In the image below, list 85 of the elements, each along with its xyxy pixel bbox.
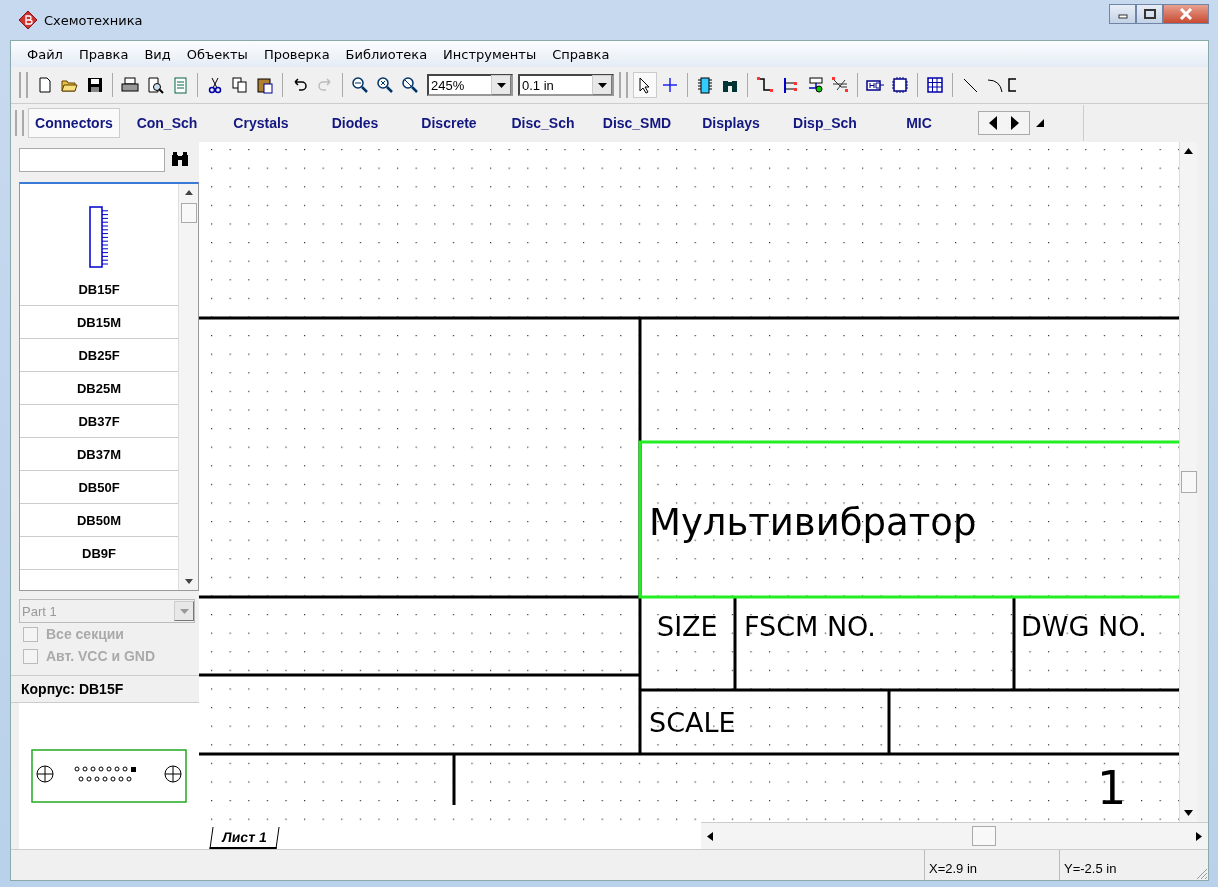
size-label: SIZE	[657, 611, 718, 642]
right-arrow-icon	[1009, 115, 1021, 131]
scale-label: SCALE	[649, 707, 736, 738]
library-tab[interactable]: MIC	[872, 109, 966, 137]
menu-item[interactable]: Справка	[544, 46, 618, 62]
library-tab[interactable]: Displays	[684, 109, 778, 137]
redo-icon	[316, 76, 334, 94]
library-tab[interactable]: Disc_Sch	[496, 109, 590, 137]
scroll-down-icon	[1184, 810, 1193, 816]
undo-icon	[291, 76, 309, 94]
net-label-icon	[806, 76, 824, 94]
menu-item[interactable]: Вид	[136, 46, 179, 62]
line-tool-icon	[961, 76, 979, 94]
wire-icon	[756, 76, 774, 94]
app-logo-icon	[18, 10, 38, 30]
hb-chip-icon	[891, 76, 909, 94]
scrollbar-thumb[interactable]	[1180, 471, 1197, 493]
chip-icon	[696, 76, 714, 94]
scroll-up-icon	[1184, 148, 1193, 154]
menu-item[interactable]: Правка	[70, 46, 137, 62]
toolbar-grip[interactable]	[619, 72, 628, 98]
maximize-button[interactable]	[1136, 4, 1163, 24]
toolbar-grip[interactable]	[15, 110, 24, 136]
zoom-in-icon	[351, 76, 369, 94]
scrollbar-thumb[interactable]	[180, 203, 197, 223]
table-grid-icon	[926, 76, 944, 94]
connector-symbol-icon	[89, 206, 109, 268]
crosshair-icon	[661, 76, 679, 94]
dwg-label: DWG NO.	[1021, 611, 1147, 642]
library-tab[interactable]: Connectors	[28, 108, 120, 138]
maximize-icon	[1143, 9, 1156, 19]
library-tab[interactable]: Disc_SMD	[590, 109, 684, 137]
y-coordinate: Y=-2.5 in	[1059, 850, 1194, 880]
menu-item[interactable]: Файл	[19, 46, 71, 62]
horizontal-scrollbar[interactable]	[701, 822, 1208, 849]
toolbar-grip[interactable]	[19, 72, 28, 98]
copy-icon	[231, 76, 249, 94]
tab-scroll-buttons[interactable]	[978, 111, 1030, 135]
zoom-dropdown[interactable]: 245%	[427, 74, 513, 96]
grid-size-dropdown[interactable]: 0.1 in	[518, 74, 614, 96]
zoom-out-icon	[376, 76, 394, 94]
x-coordinate: X=2.9 in	[924, 850, 1059, 880]
clipboard-icon	[256, 76, 274, 94]
binoculars-icon	[171, 150, 189, 167]
zoom-fit-icon	[401, 76, 419, 94]
dropdown-arrow-icon	[496, 82, 506, 88]
menu-item[interactable]: Объекты	[178, 46, 256, 62]
more-tabs-icon[interactable]	[1036, 119, 1044, 127]
scissors-icon	[206, 76, 224, 94]
library-tab[interactable]: Disp_Sch	[778, 109, 872, 137]
scroll-left-icon	[707, 831, 713, 841]
library-tab[interactable]: Crystals	[214, 109, 308, 137]
sheet-tab[interactable]: Лист 1	[209, 827, 280, 849]
close-button[interactable]	[1163, 4, 1209, 24]
scroll-down-icon	[184, 579, 193, 584]
print-preview-icon	[146, 76, 164, 94]
document-icon	[171, 76, 189, 94]
wire-bundle-icon	[831, 76, 849, 94]
window-title: Схемотехника	[44, 12, 143, 28]
bus-icon	[781, 76, 799, 94]
search-field[interactable]	[19, 148, 165, 172]
printer-icon	[121, 76, 139, 94]
scrollbar-thumb[interactable]	[972, 826, 996, 846]
scroll-up-icon	[184, 190, 193, 195]
library-tab[interactable]: Discrete	[402, 109, 496, 137]
list-scrollbar[interactable]	[178, 184, 198, 590]
menu-item[interactable]: Инструменты	[435, 46, 545, 62]
sheet-number: 1	[1097, 761, 1127, 815]
dropdown-arrow-icon	[179, 608, 189, 614]
vertical-scrollbar[interactable]	[1179, 142, 1197, 822]
arc-tool-icon	[986, 76, 1004, 94]
library-tab[interactable]: Diodes	[308, 109, 402, 137]
dropdown-arrow-icon	[597, 82, 607, 88]
scroll-right-icon	[1196, 831, 1202, 841]
component-item[interactable]: DB15F	[20, 184, 178, 306]
library-tab[interactable]: Con_Sch	[120, 109, 214, 137]
left-arrow-icon	[987, 115, 999, 131]
fscm-label: FSCM NO.	[744, 611, 876, 642]
resize-grip-icon[interactable]	[1194, 866, 1208, 880]
pointer-tool-button[interactable]	[633, 72, 657, 98]
menu-item[interactable]: Библиотека	[337, 46, 436, 62]
menu-item[interactable]: Проверка	[255, 46, 338, 62]
new-file-icon	[36, 76, 54, 94]
drawing-title: Мультивибратор	[649, 501, 977, 544]
close-icon	[1179, 8, 1193, 20]
